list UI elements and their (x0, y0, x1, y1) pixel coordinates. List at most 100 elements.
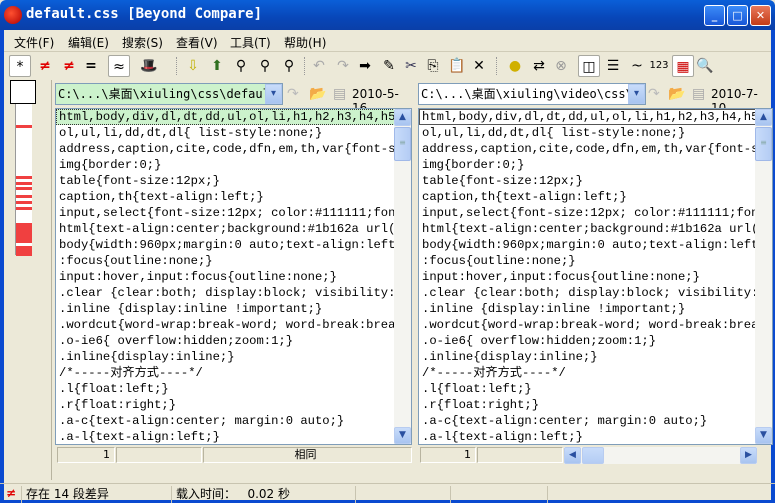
scroll-right-button[interactable]: ▶ (740, 447, 757, 464)
scroll-thumb[interactable]: ≡ (394, 127, 411, 161)
code-line[interactable]: caption,th{text-align:left;} (56, 189, 411, 205)
scroll-up-button[interactable]: ▲ (755, 109, 772, 126)
code-line[interactable]: .r{float:right;} (419, 397, 772, 413)
right-path-dropdown[interactable]: ▾ (628, 84, 645, 104)
ignore-unimportant-button[interactable]: ~ (626, 55, 648, 77)
edit-pencil-icon[interactable]: ✎ (378, 55, 400, 77)
code-line[interactable]: html,body,div,dl,dt,dd,ul,ol,li,h1,h2,h3… (56, 109, 411, 125)
thumbnail-overview[interactable] (4, 80, 52, 480)
code-line[interactable]: .r{float:right;} (56, 397, 411, 413)
undo-icon[interactable]: ↶ (308, 55, 330, 77)
code-line[interactable]: html,body,div,dl,dt,dd,ul,ol,li,h1,h2,h3… (419, 109, 772, 125)
code-line[interactable]: input,select{font-size:12px; color:#1111… (56, 205, 411, 221)
left-path-dropdown[interactable]: ▾ (265, 84, 282, 104)
menu-file[interactable]: 文件(F) (14, 34, 54, 51)
code-line[interactable]: html{text-align:center;background:#1b162… (56, 221, 411, 237)
code-line[interactable]: ol,ul,li,dd,dt,dl{ list-style:none;} (419, 125, 772, 141)
open-folder-icon[interactable]: 📂 (668, 86, 685, 102)
next-diff-icon[interactable]: ⇩ (182, 55, 204, 77)
code-line[interactable]: .inline {display:inline !important;} (56, 301, 411, 317)
code-line[interactable]: .clear {clear:both; display:block; visib… (56, 285, 411, 301)
scroll-up-button[interactable]: ▲ (394, 109, 411, 126)
open-folder-icon[interactable]: 📂 (309, 86, 326, 102)
right-horizontal-scrollbar[interactable]: ◀ ▶ (564, 447, 757, 464)
redo-icon[interactable]: ↷ (332, 55, 354, 77)
left-path-input[interactable]: C:\...\桌面\xiuling\css\default.cs (55, 83, 283, 105)
show-diffs-context-button[interactable]: ≠ (58, 55, 80, 77)
line-numbers-button[interactable]: 123 (648, 55, 670, 77)
side-by-side-icon[interactable]: ◫ (578, 55, 600, 77)
stop-icon[interactable]: ⊗ (550, 55, 572, 77)
minimize-button[interactable]: _ (704, 5, 725, 26)
show-all-button[interactable]: * (9, 55, 31, 77)
menu-search[interactable]: 搜索(S) (122, 34, 163, 51)
code-line[interactable]: input:hover,input:focus{outline:none;} (56, 269, 411, 285)
copy-to-right-icon[interactable]: ➡ (354, 55, 376, 77)
code-line[interactable]: img{border:0;} (419, 157, 772, 173)
code-line[interactable]: input,select{font-size:12px; color:#1111… (419, 205, 772, 221)
right-vertical-scrollbar[interactable]: ▲ ≡ ▼ (755, 109, 772, 444)
code-line[interactable]: /*-----对齐方式----*/ (419, 365, 772, 381)
code-line[interactable]: body{width:960px;margin:0 auto;text-alig… (56, 237, 411, 253)
code-line[interactable]: html{text-align:center;background:#1b162… (419, 221, 772, 237)
h-scroll-thumb[interactable] (582, 447, 604, 464)
save-icon[interactable]: ▤ (692, 86, 705, 102)
session-icon[interactable]: 🎩 (138, 55, 160, 77)
code-line[interactable]: .clear {clear:both; display:block; visib… (419, 285, 772, 301)
scroll-thumb[interactable]: ≡ (755, 127, 772, 161)
maximize-button[interactable]: □ (727, 5, 748, 26)
code-line[interactable]: .inline {display:inline !important;} (419, 301, 772, 317)
code-line[interactable]: table{font-size:12px;} (419, 173, 772, 189)
code-line[interactable]: address,caption,cite,code,dfn,em,th,var{… (56, 141, 411, 157)
left-vertical-scrollbar[interactable]: ▲ ≡ ▼ (394, 109, 411, 444)
code-line[interactable]: :focus{outline:none;} (419, 253, 772, 269)
code-line[interactable]: .wordcut{word-wrap:break-word; word-brea… (419, 317, 772, 333)
over-under-icon[interactable]: ☰ (602, 55, 624, 77)
code-line[interactable]: img{border:0;} (56, 157, 411, 173)
swap-icon[interactable]: ⇄ (528, 55, 550, 77)
right-path-input[interactable]: C:\...\桌面\xiuling\video\css\defa (418, 83, 646, 105)
show-same-button[interactable]: = (80, 55, 102, 77)
code-line[interactable]: .o-ie6{ overflow:hidden;zoom:1;} (419, 333, 772, 349)
left-editor[interactable]: html,body,div,dl,dt,dd,ul,ol,li,h1,h2,h3… (55, 108, 412, 445)
find-icon[interactable]: ⚲ (230, 55, 252, 77)
refresh-icon[interactable]: ↷ (648, 86, 660, 102)
code-line[interactable]: table{font-size:12px;} (56, 173, 411, 189)
code-line[interactable]: .l{float:left;} (56, 381, 411, 397)
find-next-icon[interactable]: ⚲ (278, 55, 300, 77)
menu-help[interactable]: 帮助(H) (284, 34, 326, 51)
scroll-left-button[interactable]: ◀ (564, 447, 581, 464)
scroll-down-button[interactable]: ▼ (394, 427, 411, 444)
replace-icon[interactable]: ⚲ (254, 55, 276, 77)
display-options-icon[interactable]: ▦ (672, 55, 694, 77)
code-line[interactable]: ol,ul,li,dd,dt,dl{ list-style:none;} (56, 125, 411, 141)
zoom-icon[interactable]: 🔍 (694, 55, 716, 77)
code-line[interactable]: .wordcut{word-wrap:break-word; word-brea… (56, 317, 411, 333)
code-line[interactable]: .a-l{text-align:left;} (419, 429, 772, 444)
code-line[interactable]: .o-ie6{ overflow:hidden;zoom:1;} (56, 333, 411, 349)
prev-diff-icon[interactable]: ⬆ (206, 55, 228, 77)
code-line[interactable]: .l{float:left;} (419, 381, 772, 397)
code-line[interactable]: .inline{display:inline;} (56, 349, 411, 365)
right-editor[interactable]: html,body,div,dl,dt,dd,ul,ol,li,h1,h2,h3… (418, 108, 773, 445)
thumbnail-viewport[interactable] (10, 80, 36, 104)
code-line[interactable]: :focus{outline:none;} (56, 253, 411, 269)
save-icon[interactable]: ▤ (333, 86, 346, 102)
help-icon[interactable]: ● (504, 55, 526, 77)
delete-icon[interactable]: ✕ (468, 55, 490, 77)
code-line[interactable]: caption,th{text-align:left;} (419, 189, 772, 205)
scroll-down-button[interactable]: ▼ (755, 427, 772, 444)
code-line[interactable]: .inline{display:inline;} (419, 349, 772, 365)
rules-button[interactable]: ≈ (108, 55, 130, 77)
code-line[interactable]: .a-c{text-align:center; margin:0 auto;} (56, 413, 411, 429)
code-line[interactable]: address,caption,cite,code,dfn,em,th,var{… (419, 141, 772, 157)
menu-tools[interactable]: 工具(T) (230, 34, 271, 51)
menu-edit[interactable]: 编辑(E) (68, 34, 109, 51)
close-button[interactable]: ✕ (750, 5, 771, 26)
show-diffs-button[interactable]: ≠ (34, 55, 56, 77)
refresh-icon[interactable]: ↷ (287, 86, 299, 102)
code-line[interactable]: /*-----对齐方式----*/ (56, 365, 411, 381)
cut-icon[interactable]: ✂ (400, 55, 422, 77)
code-line[interactable]: .a-l{text-align:left;} (56, 429, 411, 444)
code-line[interactable]: .a-c{text-align:center; margin:0 auto;} (419, 413, 772, 429)
